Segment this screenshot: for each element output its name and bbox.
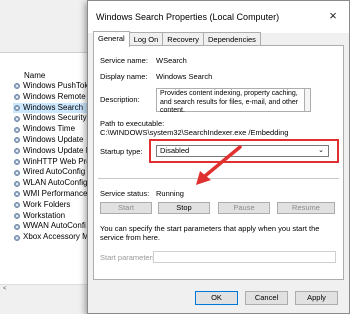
service-name-value: WSearch (156, 56, 187, 65)
service-name: Windows Search (23, 102, 84, 112)
gear-icon (14, 212, 20, 219)
service-name: Wired AutoConfig (23, 167, 86, 177)
display-name-value: Windows Search (156, 72, 213, 81)
path-label: Path to executable: (100, 119, 165, 128)
close-icon[interactable]: × (325, 8, 341, 24)
description-box: Provides content indexing, property cach… (156, 88, 305, 114)
display-name-label: Display name: (100, 72, 148, 81)
gear-icon (14, 83, 20, 90)
services-list: Windows PushTok Windows Remote Windows Sea… (13, 81, 93, 243)
highlight-box (149, 139, 339, 163)
tab-log-on[interactable]: Log On (128, 32, 164, 46)
start-parameters-label: Start parameters: (100, 253, 158, 262)
service-name: Xbox Accessory M (23, 232, 89, 242)
service-name: Windows Security (23, 113, 87, 123)
gear-icon (14, 169, 20, 176)
description-scrollbar[interactable] (305, 88, 311, 112)
service-row[interactable]: Windows Update M (13, 146, 92, 157)
gear-icon (14, 180, 20, 187)
path-value: C:\WINDOWS\system32\SearchIndexer.exe /E… (100, 128, 289, 137)
service-name: Workstation (23, 210, 66, 220)
service-name: Windows Time (23, 124, 76, 134)
tab-bar: General Log On Recovery Dependencies (93, 31, 261, 47)
service-row[interactable]: Xbox Accessory M (13, 232, 92, 243)
service-name: Windows PushTok (23, 81, 89, 90)
service-name: WWAN AutoConfi (23, 221, 86, 231)
scroll-left-arrow-icon[interactable]: < (3, 285, 7, 293)
gear-icon (14, 105, 20, 111)
tab-general[interactable]: General (93, 31, 130, 47)
service-row[interactable]: Windows Remote (13, 92, 92, 103)
general-tab-panel: Service name: WSearch Display name: Wind… (93, 45, 344, 280)
service-name: WinHTTP Web Pro (23, 156, 91, 166)
ok-button[interactable]: OK (195, 291, 238, 305)
service-name: Windows Update M (23, 145, 93, 155)
stop-button[interactable]: Stop (158, 202, 210, 214)
service-row[interactable]: Windows PushTok (13, 81, 92, 92)
start-button[interactable]: Start (100, 202, 152, 214)
tab-recovery[interactable]: Recovery (162, 32, 204, 46)
resume-button[interactable]: Resume (277, 202, 335, 214)
dialog-title: Windows Search Properties (Local Compute… (96, 12, 280, 22)
service-name: Work Folders (23, 199, 71, 209)
tab-dependencies[interactable]: Dependencies (202, 32, 261, 46)
service-row[interactable]: Windows Security (13, 113, 92, 124)
gear-icon (14, 234, 20, 241)
gear-icon (14, 202, 20, 209)
service-row[interactable]: Workstation (13, 211, 92, 222)
service-row[interactable]: Work Folders (13, 200, 92, 211)
services-list-pane: Name Windows PushTok Windows Remote Window… (0, 52, 100, 293)
service-row[interactable]: Windows Update (13, 135, 92, 146)
gear-icon (14, 159, 20, 165)
dialog-titlebar: Windows Search Properties (Local Compute… (88, 1, 349, 33)
description-label: Description: (100, 95, 140, 104)
column-header-name[interactable]: Name (24, 71, 45, 80)
start-parameters-input[interactable] (153, 251, 336, 263)
service-row[interactable]: WinHTTP Web Pro (13, 157, 92, 168)
apply-button[interactable]: Apply (295, 291, 338, 305)
service-row[interactable]: Windows Time (13, 124, 92, 135)
gear-icon (14, 137, 20, 144)
service-row[interactable]: WWAN AutoConfi (13, 221, 92, 232)
divider (98, 178, 339, 179)
service-name-label: Service name: (100, 56, 148, 65)
service-row[interactable]: WMI Performance (13, 189, 92, 200)
service-row[interactable]: Wired AutoConfig (13, 167, 92, 178)
properties-dialog: Windows Search Properties (Local Compute… (87, 0, 350, 314)
gear-icon (14, 126, 20, 133)
gear-icon (14, 223, 20, 230)
pause-button[interactable]: Pause (218, 202, 270, 214)
service-name: Windows Update (23, 134, 84, 144)
service-name: WLAN AutoConfig (23, 178, 88, 188)
gear-icon (14, 148, 20, 155)
start-parameters-hint: You can specify the start parameters tha… (100, 224, 320, 242)
horizontal-scrollbar[interactable]: < (0, 284, 100, 293)
service-name: Windows Remote (23, 91, 86, 101)
service-row[interactable]: Windows Search (13, 102, 93, 114)
gear-icon (14, 94, 20, 101)
service-status-value: Running (156, 189, 184, 198)
service-row[interactable]: WLAN AutoConfig (13, 178, 92, 189)
service-name: WMI Performance (23, 188, 88, 198)
cancel-button[interactable]: Cancel (245, 291, 288, 305)
gear-icon (14, 115, 20, 122)
startup-type-label: Startup type: (100, 147, 143, 156)
service-status-label: Service status: (100, 189, 150, 198)
gear-icon (14, 191, 20, 198)
